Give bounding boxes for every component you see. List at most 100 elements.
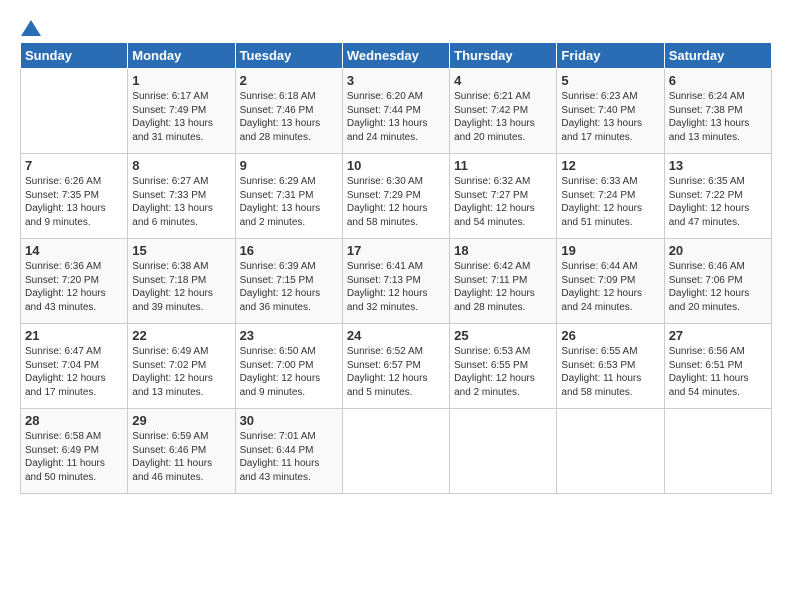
day-info: Sunrise: 7:01 AM Sunset: 6:44 PM Dayligh… (240, 430, 338, 484)
day-info: Sunrise: 6:18 AM Sunset: 7:46 PM Dayligh… (240, 90, 338, 144)
day-info: Sunrise: 6:27 AM Sunset: 7:33 PM Dayligh… (132, 175, 230, 229)
calendar-day-cell: 22 Sunrise: 6:49 AM Sunset: 7:02 PM Dayli… (128, 324, 235, 409)
day-number: 1 (132, 73, 230, 88)
logo (20, 20, 42, 32)
logo-icon (21, 20, 41, 36)
weekday-header: Friday (557, 43, 664, 69)
calendar-day-cell: 26 Sunrise: 6:55 AM Sunset: 6:53 PM Dayli… (557, 324, 664, 409)
calendar-day-cell (664, 409, 771, 494)
calendar-day-cell (557, 409, 664, 494)
calendar-day-cell: 2 Sunrise: 6:18 AM Sunset: 7:46 PM Daylig… (235, 69, 342, 154)
calendar-week-row: 21 Sunrise: 6:47 AM Sunset: 7:04 PM Dayli… (21, 324, 772, 409)
calendar-day-cell: 7Sunrise: 6:26 AM Sunset: 7:35 PM Daylig… (21, 154, 128, 239)
day-info: Sunrise: 6:41 AM Sunset: 7:13 PM Dayligh… (347, 260, 445, 314)
day-number: 26 (561, 328, 659, 343)
weekday-row: SundayMondayTuesdayWednesdayThursdayFrid… (21, 43, 772, 69)
day-number: 2 (240, 73, 338, 88)
day-info: Sunrise: 6:47 AM Sunset: 7:04 PM Dayligh… (25, 345, 123, 399)
day-info: Sunrise: 6:20 AM Sunset: 7:44 PM Dayligh… (347, 90, 445, 144)
day-number: 20 (669, 243, 767, 258)
calendar-day-cell (21, 69, 128, 154)
calendar-day-cell: 27Sunrise: 6:56 AM Sunset: 6:51 PM Dayli… (664, 324, 771, 409)
day-number: 15 (132, 243, 230, 258)
calendar-day-cell: 6Sunrise: 6:24 AM Sunset: 7:38 PM Daylig… (664, 69, 771, 154)
day-info: Sunrise: 6:49 AM Sunset: 7:02 PM Dayligh… (132, 345, 230, 399)
day-number: 21 (25, 328, 123, 343)
calendar-day-cell: 24Sunrise: 6:52 AM Sunset: 6:57 PM Dayli… (342, 324, 449, 409)
day-number: 29 (132, 413, 230, 428)
weekday-header: Tuesday (235, 43, 342, 69)
day-info: Sunrise: 6:50 AM Sunset: 7:00 PM Dayligh… (240, 345, 338, 399)
day-info: Sunrise: 6:26 AM Sunset: 7:35 PM Dayligh… (25, 175, 123, 229)
day-number: 11 (454, 158, 552, 173)
day-number: 28 (25, 413, 123, 428)
calendar-table: SundayMondayTuesdayWednesdayThursdayFrid… (20, 42, 772, 494)
day-number: 4 (454, 73, 552, 88)
calendar-day-cell: 18 Sunrise: 6:42 AM Sunset: 7:11 PM Dayli… (450, 239, 557, 324)
calendar-body: 1 Sunrise: 6:17 AM Sunset: 7:49 PM Daylig… (21, 69, 772, 494)
day-number: 30 (240, 413, 338, 428)
day-info: Sunrise: 6:29 AM Sunset: 7:31 PM Dayligh… (240, 175, 338, 229)
day-info: Sunrise: 6:36 AM Sunset: 7:20 PM Dayligh… (25, 260, 123, 314)
calendar-week-row: 14 Sunrise: 6:36 AM Sunset: 7:20 PM Dayli… (21, 239, 772, 324)
day-number: 9 (240, 158, 338, 173)
day-info: Sunrise: 6:46 AM Sunset: 7:06 PM Dayligh… (669, 260, 767, 314)
calendar-day-cell (450, 409, 557, 494)
calendar-week-row: 7Sunrise: 6:26 AM Sunset: 7:35 PM Daylig… (21, 154, 772, 239)
day-info: Sunrise: 6:53 AM Sunset: 6:55 PM Dayligh… (454, 345, 552, 399)
day-number: 14 (25, 243, 123, 258)
day-number: 6 (669, 73, 767, 88)
calendar-day-cell: 29 Sunrise: 6:59 AM Sunset: 6:46 PM Dayli… (128, 409, 235, 494)
calendar-header: SundayMondayTuesdayWednesdayThursdayFrid… (21, 43, 772, 69)
calendar-day-cell: 3 Sunrise: 6:20 AM Sunset: 7:44 PM Daylig… (342, 69, 449, 154)
day-number: 18 (454, 243, 552, 258)
day-number: 12 (561, 158, 659, 173)
day-number: 25 (454, 328, 552, 343)
day-number: 10 (347, 158, 445, 173)
day-number: 17 (347, 243, 445, 258)
weekday-header: Thursday (450, 43, 557, 69)
day-info: Sunrise: 6:56 AM Sunset: 6:51 PM Dayligh… (669, 345, 767, 399)
day-number: 3 (347, 73, 445, 88)
calendar-day-cell: 1 Sunrise: 6:17 AM Sunset: 7:49 PM Daylig… (128, 69, 235, 154)
weekday-header: Wednesday (342, 43, 449, 69)
calendar-week-row: 28 Sunrise: 6:58 AM Sunset: 6:49 PM Dayli… (21, 409, 772, 494)
page-header (20, 20, 772, 32)
calendar-day-cell: 10 Sunrise: 6:30 AM Sunset: 7:29 PM Dayli… (342, 154, 449, 239)
day-info: Sunrise: 6:35 AM Sunset: 7:22 PM Dayligh… (669, 175, 767, 229)
calendar-day-cell (342, 409, 449, 494)
day-info: Sunrise: 6:38 AM Sunset: 7:18 PM Dayligh… (132, 260, 230, 314)
calendar-day-cell: 15 Sunrise: 6:38 AM Sunset: 7:18 PM Dayli… (128, 239, 235, 324)
calendar-day-cell: 30 Sunrise: 7:01 AM Sunset: 6:44 PM Dayli… (235, 409, 342, 494)
day-info: Sunrise: 6:59 AM Sunset: 6:46 PM Dayligh… (132, 430, 230, 484)
day-info: Sunrise: 6:55 AM Sunset: 6:53 PM Dayligh… (561, 345, 659, 399)
calendar-day-cell: 23Sunrise: 6:50 AM Sunset: 7:00 PM Dayli… (235, 324, 342, 409)
calendar-day-cell: 19 Sunrise: 6:44 AM Sunset: 7:09 PM Dayli… (557, 239, 664, 324)
day-number: 16 (240, 243, 338, 258)
calendar-day-cell: 13 Sunrise: 6:35 AM Sunset: 7:22 PM Dayli… (664, 154, 771, 239)
day-number: 22 (132, 328, 230, 343)
weekday-header: Monday (128, 43, 235, 69)
day-info: Sunrise: 6:44 AM Sunset: 7:09 PM Dayligh… (561, 260, 659, 314)
calendar-day-cell: 9 Sunrise: 6:29 AM Sunset: 7:31 PM Daylig… (235, 154, 342, 239)
calendar-day-cell: 28 Sunrise: 6:58 AM Sunset: 6:49 PM Dayli… (21, 409, 128, 494)
day-number: 19 (561, 243, 659, 258)
day-info: Sunrise: 6:23 AM Sunset: 7:40 PM Dayligh… (561, 90, 659, 144)
calendar-day-cell: 17 Sunrise: 6:41 AM Sunset: 7:13 PM Dayli… (342, 239, 449, 324)
calendar-day-cell: 16Sunrise: 6:39 AM Sunset: 7:15 PM Dayli… (235, 239, 342, 324)
day-number: 5 (561, 73, 659, 88)
day-number: 13 (669, 158, 767, 173)
day-info: Sunrise: 6:33 AM Sunset: 7:24 PM Dayligh… (561, 175, 659, 229)
weekday-header: Saturday (664, 43, 771, 69)
day-info: Sunrise: 6:58 AM Sunset: 6:49 PM Dayligh… (25, 430, 123, 484)
day-info: Sunrise: 6:21 AM Sunset: 7:42 PM Dayligh… (454, 90, 552, 144)
calendar-day-cell: 5 Sunrise: 6:23 AM Sunset: 7:40 PM Daylig… (557, 69, 664, 154)
day-info: Sunrise: 6:17 AM Sunset: 7:49 PM Dayligh… (132, 90, 230, 144)
calendar-day-cell: 20 Sunrise: 6:46 AM Sunset: 7:06 PM Dayli… (664, 239, 771, 324)
day-info: Sunrise: 6:30 AM Sunset: 7:29 PM Dayligh… (347, 175, 445, 229)
calendar-day-cell: 4 Sunrise: 6:21 AM Sunset: 7:42 PM Daylig… (450, 69, 557, 154)
weekday-header: Sunday (21, 43, 128, 69)
day-number: 24 (347, 328, 445, 343)
day-info: Sunrise: 6:32 AM Sunset: 7:27 PM Dayligh… (454, 175, 552, 229)
day-info: Sunrise: 6:42 AM Sunset: 7:11 PM Dayligh… (454, 260, 552, 314)
